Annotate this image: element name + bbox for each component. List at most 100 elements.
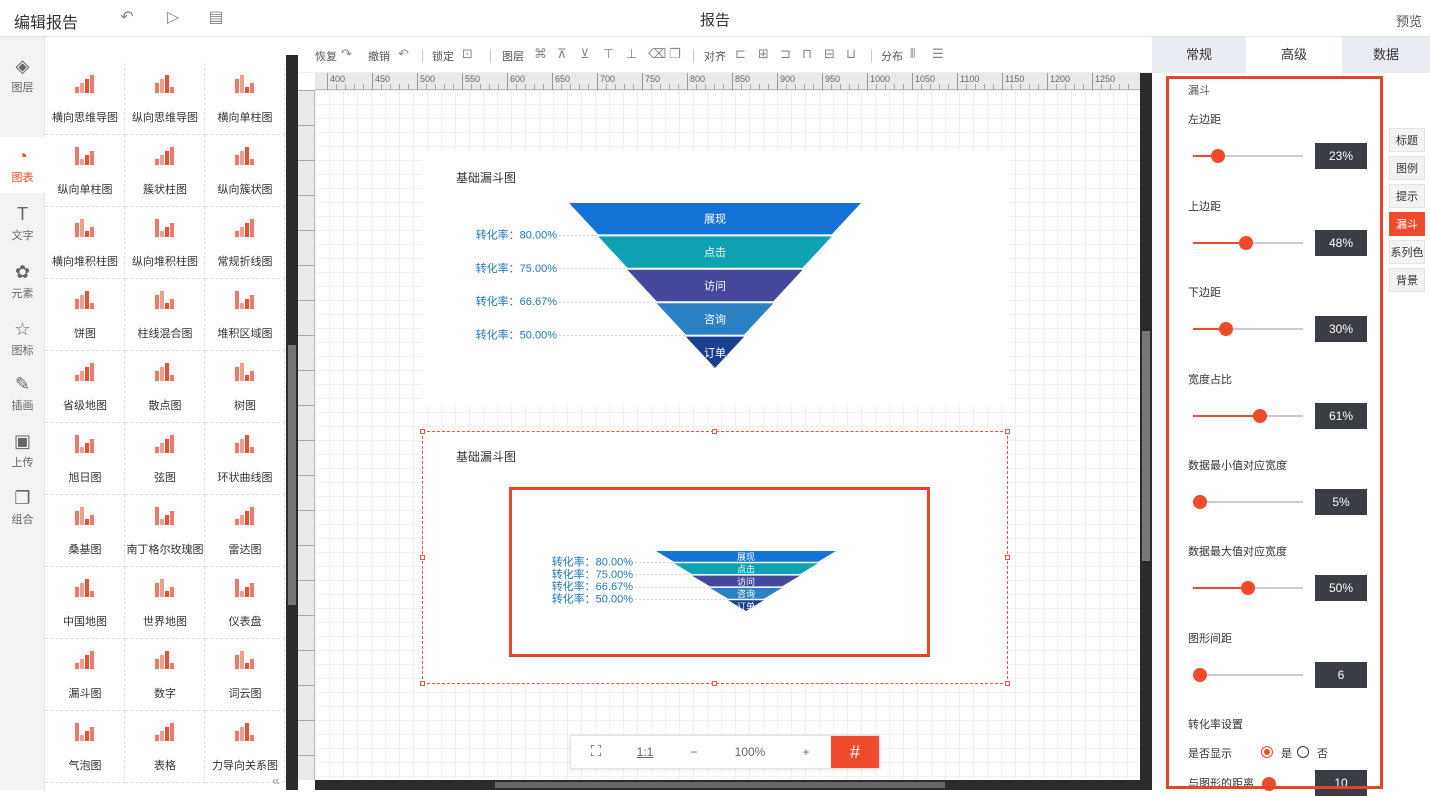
- nav-item-0[interactable]: ◈ 图层: [0, 47, 45, 103]
- param-value[interactable]: 6: [1315, 662, 1367, 688]
- component-item[interactable]: 横向思维导图: [45, 63, 125, 135]
- param-value[interactable]: 5%: [1315, 489, 1367, 515]
- component-item[interactable]: 数字: [125, 639, 205, 711]
- component-item[interactable]: 桑基图: [45, 495, 125, 567]
- resize-handle[interactable]: [712, 681, 717, 686]
- param-value[interactable]: 30%: [1315, 316, 1367, 342]
- undo-icon[interactable]: ↶: [398, 46, 409, 62]
- nav-item-3[interactable]: ✿ 元素: [0, 253, 45, 309]
- param-slider[interactable]: [1193, 409, 1303, 423]
- component-item[interactable]: 南丁格尔玫瑰图: [125, 495, 205, 567]
- funnel-chart-1[interactable]: 基础漏斗图 展现 点击 访问 咨询 订单 转化率：80.00% 转化率：75.00% 转化率：…: [422, 150, 1008, 405]
- distribute-v-icon[interactable]: ☰: [932, 46, 944, 62]
- align-bottom-icon[interactable]: ⊔: [846, 46, 856, 62]
- resize-handle[interactable]: [712, 429, 717, 434]
- component-item[interactable]: 堆积区域图: [205, 279, 285, 351]
- side-tab-1[interactable]: 图例: [1389, 156, 1425, 180]
- tab-advanced[interactable]: 高级: [1246, 37, 1342, 73]
- side-tab-0[interactable]: 标题: [1389, 128, 1425, 152]
- param-slider[interactable]: [1193, 236, 1303, 250]
- align-button[interactable]: 对齐: [704, 48, 726, 64]
- component-item[interactable]: 气泡图: [45, 711, 125, 783]
- lock-icon[interactable]: ⊡: [462, 46, 473, 62]
- align-right-icon[interactable]: ⊐: [780, 46, 791, 62]
- side-tab-4[interactable]: 系列色: [1389, 240, 1425, 264]
- component-item[interactable]: 旭日图: [45, 423, 125, 495]
- scrollbar-thumb[interactable]: [1142, 331, 1150, 561]
- bring-forward-icon[interactable]: ⊼: [557, 46, 567, 62]
- redo-icon[interactable]: ↷: [341, 46, 352, 62]
- component-item[interactable]: 横向堆积柱图: [45, 207, 125, 279]
- side-tab-5[interactable]: 背景: [1389, 268, 1425, 292]
- component-item[interactable]: 簇状柱图: [125, 135, 205, 207]
- send-backward-icon[interactable]: ⊻: [580, 46, 590, 62]
- redo-button[interactable]: 恢复: [315, 48, 337, 64]
- nav-item-5[interactable]: ✎ 插画: [0, 365, 45, 421]
- component-item[interactable]: 表格: [125, 711, 205, 783]
- slider-knob[interactable]: [1241, 581, 1255, 595]
- resize-handle[interactable]: [420, 681, 425, 686]
- delete-icon[interactable]: ⌫: [648, 46, 666, 62]
- zoom-in-button[interactable]: +: [781, 736, 831, 768]
- canvas-horizontal-scrollbar[interactable]: [315, 780, 1140, 790]
- param-value[interactable]: 48%: [1315, 230, 1367, 256]
- preview-button[interactable]: 预览: [1396, 11, 1422, 30]
- resize-handle[interactable]: [420, 429, 425, 434]
- play-icon[interactable]: ▷: [163, 8, 183, 28]
- bring-top-icon[interactable]: ⊤: [603, 46, 614, 62]
- tab-data[interactable]: 数据: [1342, 37, 1430, 73]
- component-item[interactable]: 纵向簇状图: [205, 135, 285, 207]
- component-item[interactable]: 纵向思维导图: [125, 63, 205, 135]
- slider-knob[interactable]: [1238, 236, 1253, 250]
- param-slider[interactable]: [1193, 668, 1303, 682]
- slider-knob[interactable]: [1219, 322, 1233, 336]
- component-item[interactable]: 词云图: [205, 639, 285, 711]
- resize-handle[interactable]: [1005, 555, 1010, 560]
- slider-knob[interactable]: [1193, 668, 1207, 682]
- param-slider[interactable]: [1193, 149, 1303, 163]
- align-top-icon[interactable]: ⊓: [802, 46, 812, 62]
- distance-slider-knob[interactable]: [1262, 777, 1276, 791]
- slider-knob[interactable]: [1211, 149, 1226, 163]
- copy-icon[interactable]: ❐: [669, 46, 681, 62]
- save-icon[interactable]: ▤: [206, 8, 226, 28]
- align-center-h-icon[interactable]: ⊞: [758, 46, 769, 62]
- slider-knob[interactable]: [1253, 409, 1268, 423]
- distance-value[interactable]: 10: [1315, 770, 1367, 796]
- canvas-vertical-scrollbar[interactable]: [1140, 73, 1152, 790]
- lock-button[interactable]: 锁定: [432, 48, 454, 64]
- slider-knob[interactable]: [1193, 495, 1207, 509]
- layer-button[interactable]: 图层: [502, 48, 524, 64]
- align-left-icon[interactable]: ⊏: [735, 46, 746, 62]
- nav-item-2[interactable]: T 文字: [0, 195, 45, 251]
- scrollbar-thumb[interactable]: [288, 345, 296, 605]
- nav-item-4[interactable]: ☆ 图标: [0, 310, 45, 366]
- side-tab-3[interactable]: 漏斗: [1389, 212, 1425, 236]
- send-bottom-icon[interactable]: ⊥: [626, 46, 637, 62]
- layer-group-icon[interactable]: ⌘: [534, 46, 547, 62]
- component-item[interactable]: 散点图: [125, 351, 205, 423]
- param-value[interactable]: 61%: [1315, 403, 1367, 429]
- fit-screen-icon[interactable]: ⛶: [571, 736, 621, 768]
- component-item[interactable]: 世界地图: [125, 567, 205, 639]
- panel-scrollbar[interactable]: [286, 55, 298, 790]
- param-slider[interactable]: [1193, 581, 1303, 595]
- grid-toggle-icon[interactable]: #: [831, 736, 879, 768]
- distribute-button[interactable]: 分布: [881, 48, 903, 64]
- component-item[interactable]: 环状曲线图: [205, 423, 285, 495]
- resize-handle[interactable]: [1005, 429, 1010, 434]
- component-item[interactable]: 饼图: [45, 279, 125, 351]
- component-item[interactable]: 雷达图: [205, 495, 285, 567]
- component-item[interactable]: 横向单柱图: [205, 63, 285, 135]
- component-item[interactable]: 仪表盘: [205, 567, 285, 639]
- param-value[interactable]: 23%: [1315, 143, 1367, 169]
- actual-size-button[interactable]: 1:1: [621, 736, 669, 768]
- component-item[interactable]: 树图: [205, 351, 285, 423]
- nav-item-7[interactable]: ❐ 组合: [0, 479, 45, 535]
- component-item[interactable]: 漏斗图: [45, 639, 125, 711]
- nav-item-6[interactable]: ▣ 上传: [0, 422, 45, 478]
- scrollbar-thumb[interactable]: [495, 782, 945, 788]
- param-value[interactable]: 50%: [1315, 575, 1367, 601]
- param-slider[interactable]: [1193, 495, 1303, 509]
- undo-button[interactable]: 撤销: [368, 48, 390, 64]
